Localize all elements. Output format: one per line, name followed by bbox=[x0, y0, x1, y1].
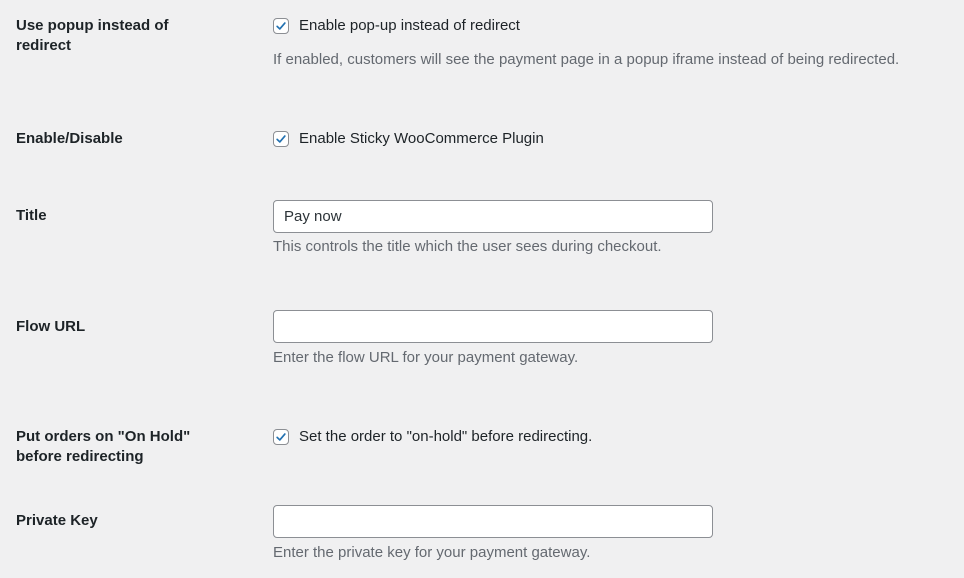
enable-checkbox[interactable] bbox=[273, 131, 289, 147]
on-hold-field: Set the order to "on-hold" before redire… bbox=[273, 427, 592, 447]
checkmark-icon bbox=[276, 433, 286, 441]
on-hold-checkbox-row[interactable]: Set the order to "on-hold" before redire… bbox=[273, 427, 592, 447]
popup-checkbox-label: Enable pop-up instead of redirect bbox=[299, 17, 520, 34]
on-hold-label: Put orders on "On Hold" before redirecti… bbox=[16, 428, 191, 465]
title-input[interactable] bbox=[273, 200, 713, 233]
checkmark-icon bbox=[276, 22, 286, 30]
flow-url-description: Enter the flow URL for your payment gate… bbox=[273, 349, 579, 366]
popup-checkbox[interactable] bbox=[273, 18, 289, 34]
private-key-label: Private Key bbox=[16, 512, 98, 529]
enable-checkbox-row[interactable]: Enable Sticky WooCommerce Plugin bbox=[273, 129, 544, 149]
flow-url-label: Flow URL bbox=[16, 318, 86, 335]
enable-checkbox-label: Enable Sticky WooCommerce Plugin bbox=[299, 130, 544, 147]
flow-url-input[interactable] bbox=[273, 310, 713, 343]
popup-checkbox-row[interactable]: Enable pop-up instead of redirect bbox=[273, 16, 899, 36]
checkmark-icon bbox=[276, 135, 286, 143]
on-hold-checkbox[interactable] bbox=[273, 429, 289, 445]
popup-field: Enable pop-up instead of redirect If ena… bbox=[273, 16, 899, 70]
title-field: This controls the title which the user s… bbox=[273, 200, 713, 257]
on-hold-checkbox-label: Set the order to "on-hold" before redire… bbox=[299, 428, 593, 445]
popup-description: If enabled, customers will see the payme… bbox=[273, 51, 900, 68]
popup-label: Use popup instead of redirect bbox=[16, 17, 169, 54]
title-label: Title bbox=[16, 207, 47, 224]
title-description: This controls the title which the user s… bbox=[273, 238, 662, 255]
enable-field: Enable Sticky WooCommerce Plugin bbox=[273, 129, 544, 149]
private-key-input[interactable] bbox=[273, 505, 713, 538]
private-key-description: Enter the private key for your payment g… bbox=[273, 544, 591, 561]
private-key-field: Enter the private key for your payment g… bbox=[273, 505, 713, 563]
enable-label: Enable/Disable bbox=[16, 130, 123, 147]
flow-url-field: Enter the flow URL for your payment gate… bbox=[273, 310, 713, 368]
